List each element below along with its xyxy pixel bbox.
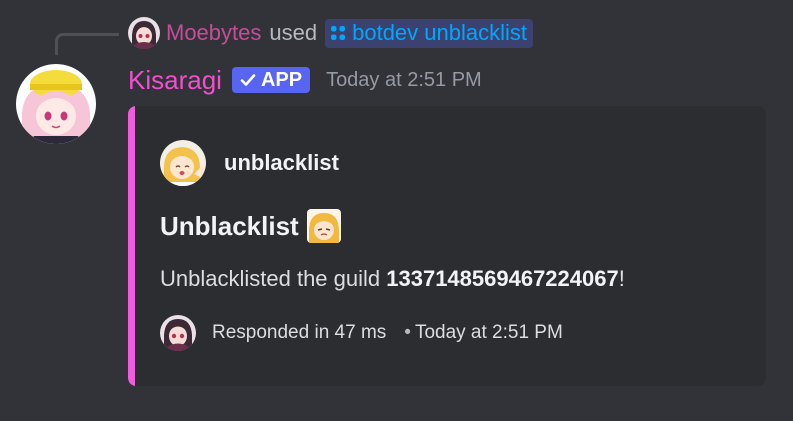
description-suffix: ! — [618, 266, 625, 291]
embed-footer: Responded in 47 ms • Today at 2:51 PM — [160, 315, 563, 351]
command-mention[interactable]: botdev unblacklist — [325, 18, 533, 48]
embed-footer-icon — [160, 315, 196, 351]
slash-command-icon — [330, 25, 346, 41]
command-usage-line: Moebytes used botdev unblacklist — [128, 17, 533, 49]
command-name: botdev unblacklist — [352, 19, 527, 45]
footer-response-time: Responded in 47 ms — [212, 322, 387, 343]
embed-description: Unblacklisted the guild 1337148569467224… — [160, 266, 625, 292]
used-label: used — [269, 20, 318, 45]
embed: unblacklist Unblacklist Unblacklisted th… — [128, 106, 766, 386]
app-badge: APP — [231, 67, 311, 93]
invoker-username[interactable]: Moebytes — [166, 20, 261, 46]
footer-timestamp: Today at 2:51 PM — [414, 322, 563, 343]
embed-author-name: unblacklist — [224, 150, 339, 175]
embed-accent-bar — [128, 106, 135, 386]
checkmark-icon — [239, 71, 257, 89]
embed-title-text: Unblacklist — [160, 210, 299, 241]
message-header: Kisaragi APP Today at 2:51 PM — [128, 62, 482, 98]
reply-spine — [55, 33, 119, 55]
footer-separator: • — [404, 322, 411, 343]
message-timestamp[interactable]: Today at 2:51 PM — [326, 69, 482, 92]
bot-avatar[interactable] — [16, 64, 96, 144]
embed-author: unblacklist — [160, 140, 339, 186]
invoker-avatar[interactable] — [128, 17, 160, 49]
anime-girl-emoji-icon — [306, 209, 341, 243]
embed-title: Unblacklist — [160, 206, 341, 246]
app-badge-label: APP — [260, 68, 303, 91]
bot-username[interactable]: Kisaragi — [128, 65, 222, 96]
guild-id: 1337148569467224067 — [386, 266, 619, 291]
description-prefix: Unblacklisted the guild — [160, 266, 387, 291]
embed-author-icon — [160, 140, 206, 186]
